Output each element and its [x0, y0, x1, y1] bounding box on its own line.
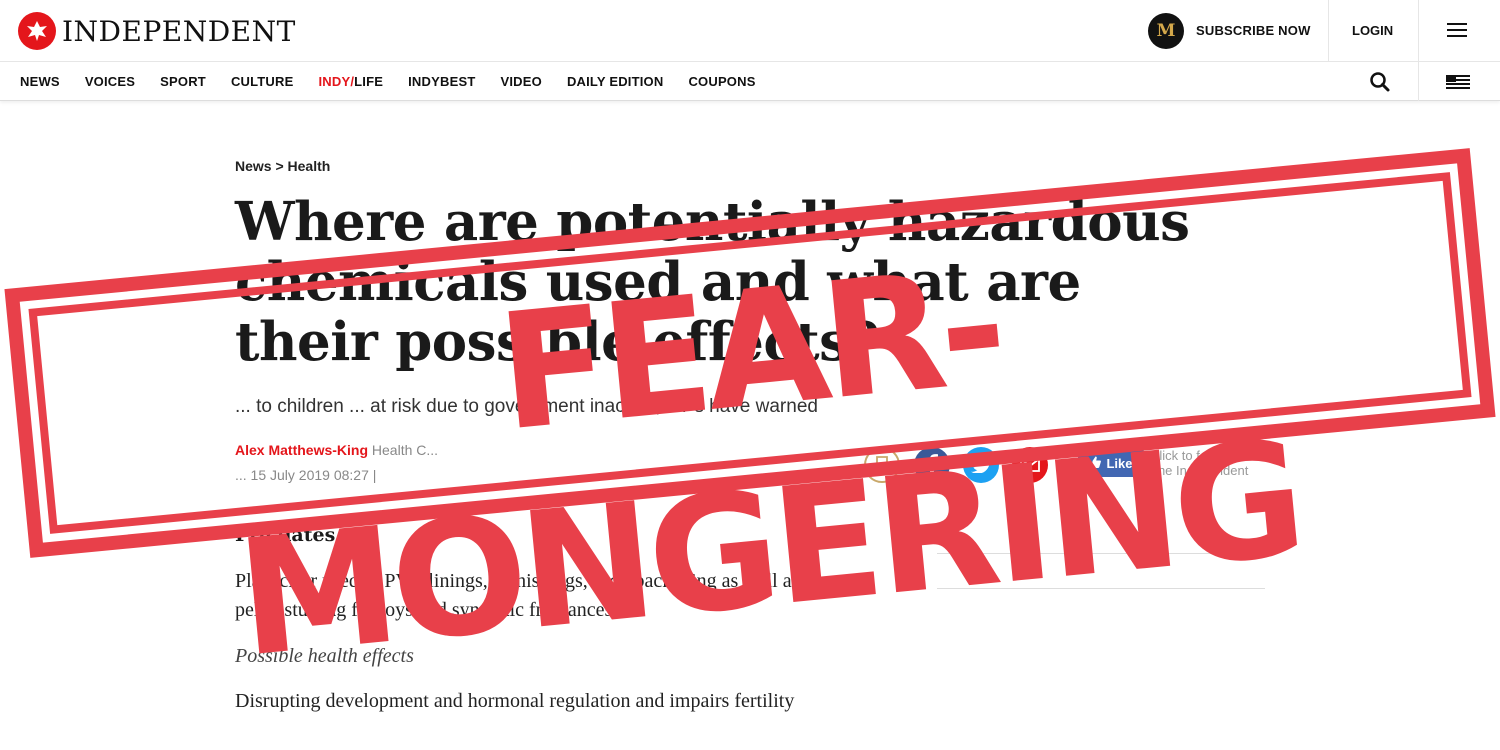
nav-item-voices[interactable]: VOICES — [85, 74, 135, 89]
subscribe-button[interactable]: SUBSCRIBE NOW — [1196, 23, 1311, 38]
stamp-text: FEAR-MONGERING — [230, 232, 1308, 693]
nav-item-indy-prefix: INDY/ — [318, 74, 355, 89]
divider — [1328, 0, 1329, 62]
site-logo[interactable]: INDEPENDENT — [18, 12, 296, 50]
main-nav: NEWS VOICES SPORT CULTURE INDY/LIFE INDY… — [0, 62, 1500, 101]
divider — [1418, 62, 1419, 101]
login-button[interactable]: LOGIN — [1352, 23, 1393, 38]
us-flag-icon[interactable] — [1446, 75, 1470, 89]
nav-item-coupons[interactable]: COUPONS — [688, 74, 755, 89]
nav-item-life-suffix: LIFE — [354, 74, 384, 89]
badge-letter: M — [1156, 21, 1176, 41]
nav-item-news[interactable]: NEWS — [20, 74, 60, 89]
divider — [1418, 0, 1419, 62]
breadcrumb[interactable]: News > Health — [235, 158, 330, 174]
nav-item-daily-edition[interactable]: DAILY EDITION — [567, 74, 664, 89]
nav-item-sport[interactable]: SPORT — [160, 74, 206, 89]
nav-item-indy-life[interactable]: INDY/LIFE — [318, 74, 383, 89]
top-bar: INDEPENDENT M SUBSCRIBE NOW LOGIN — [0, 0, 1500, 62]
nav-item-video[interactable]: VIDEO — [500, 74, 541, 89]
menu-icon[interactable] — [1447, 23, 1467, 37]
eagle-icon — [18, 12, 56, 50]
search-icon[interactable] — [1369, 71, 1391, 93]
nav-item-culture[interactable]: CULTURE — [231, 74, 294, 89]
brand-name: INDEPENDENT — [62, 14, 296, 48]
nav-list: NEWS VOICES SPORT CULTURE INDY/LIFE INDY… — [20, 74, 781, 89]
nav-item-indybest[interactable]: INDYBEST — [408, 74, 475, 89]
membership-badge-icon[interactable]: M — [1148, 13, 1184, 49]
